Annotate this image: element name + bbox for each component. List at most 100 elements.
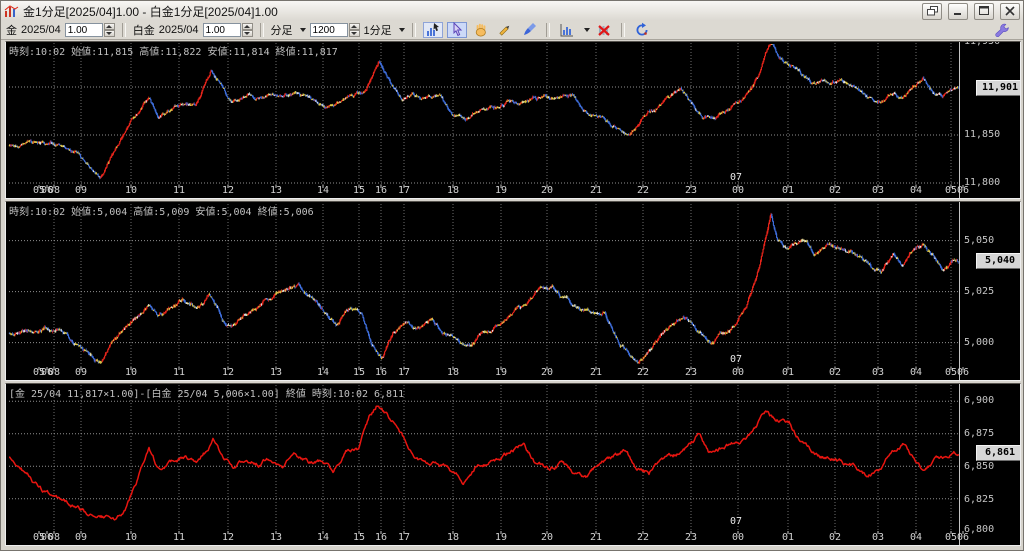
y-axis-label: 11,950 <box>964 41 1000 47</box>
x-axis-label: 20 <box>537 185 557 196</box>
maximize-button[interactable] <box>974 3 994 20</box>
close-button[interactable] <box>1000 3 1020 20</box>
spread-chart-canvas[interactable] <box>6 384 1020 545</box>
toolbar-separator <box>260 23 264 37</box>
x-axis-label: 12 <box>218 185 238 196</box>
clear-chart-button[interactable] <box>594 22 614 38</box>
x-axis-label: 01 <box>778 532 798 543</box>
x-axis-label: 21 <box>586 185 606 196</box>
x-axis-label: 15 <box>349 367 369 378</box>
x-axis-label: 09 <box>71 532 91 543</box>
pencil-draw-button[interactable] <box>495 22 515 38</box>
pencil-draw-icon <box>497 22 513 38</box>
float-window-icon <box>927 6 938 16</box>
date-change-label: 07 <box>730 172 742 183</box>
x-axis-label: 09 <box>71 367 91 378</box>
x-axis-label: 14 <box>313 185 333 196</box>
platinum-chart-panel: 時刻:10:02 始値:5,004 高値:5,009 安値:5,004 終値:5… <box>5 201 1021 381</box>
pen-annotate-button[interactable] <box>519 22 539 38</box>
x-axis-label: 04 <box>906 367 926 378</box>
x-axis-label: 08 <box>44 367 64 378</box>
hand-pan-button[interactable] <box>471 22 491 38</box>
minimize-icon <box>953 6 963 16</box>
platinum-multiplier-input[interactable] <box>203 23 241 37</box>
x-axis-label: 11 <box>169 367 189 378</box>
x-axis-label: 10 <box>121 185 141 196</box>
x-axis-label: 03 <box>868 367 888 378</box>
spin-down-button[interactable] <box>242 30 253 37</box>
platinum-label: 白金 <box>133 22 155 38</box>
x-axis-label: 01 <box>778 185 798 196</box>
platinum-last-price-tag: 5,040 <box>976 253 1021 269</box>
x-axis-label: 13 <box>266 367 286 378</box>
x-axis-label: 10 <box>121 532 141 543</box>
refresh-button[interactable] <box>632 22 652 38</box>
platinum-multiplier-spinner <box>203 23 253 37</box>
platinum-chart-canvas[interactable] <box>6 202 1020 380</box>
x-axis-label: 16 <box>371 185 391 196</box>
y-axis-label: 6,875 <box>964 428 994 439</box>
x-axis-label: 09 <box>71 185 91 196</box>
x-axis-label: 15 <box>349 532 369 543</box>
x-axis-label: 02 <box>825 185 845 196</box>
spin-up-button[interactable] <box>349 23 360 30</box>
titlebar: 金1分足[2025/04]1.00 - 白金1分足[2025/04]1.00 <box>1 1 1023 22</box>
toolbar-separator <box>546 23 550 37</box>
bar-type-dropdown[interactable]: 分足 <box>271 22 293 38</box>
x-axis-label: 17 <box>394 532 414 543</box>
spin-up-button[interactable] <box>242 23 253 30</box>
refresh-icon <box>634 22 650 38</box>
spin-down-button[interactable] <box>104 30 115 37</box>
toolbar: 金 2025/04 白金 2025/04 分足 1分足 <box>1 21 1023 40</box>
y-axis-label: 5,025 <box>964 286 994 297</box>
x-axis-label: 01 <box>778 367 798 378</box>
app-icon <box>4 5 19 18</box>
minimize-button[interactable] <box>948 3 968 20</box>
x-axis-label: 18 <box>443 532 463 543</box>
float-window-button[interactable] <box>922 3 942 20</box>
spread-last-price-tag: 6,861 <box>976 445 1021 461</box>
x-axis-label: 19 <box>491 367 511 378</box>
x-axis-label: 21 <box>586 367 606 378</box>
chart-cursor-icon <box>425 22 441 38</box>
gold-contract-month: 2025/04 <box>21 24 61 36</box>
x-axis-label: 23 <box>681 367 701 378</box>
gold-label: 金 <box>6 22 17 38</box>
x-axis-label: 11 <box>169 185 189 196</box>
x-axis-label: 17 <box>394 185 414 196</box>
app-window: 金1分足[2025/04]1.00 - 白金1分足[2025/04]1.00 金… <box>0 0 1024 551</box>
x-axis-label: 02 <box>825 367 845 378</box>
x-axis-label: 00 <box>728 532 748 543</box>
x-axis-label: 14 <box>313 532 333 543</box>
bar-count-input[interactable] <box>310 23 348 37</box>
gold-multiplier-spinner <box>65 23 115 37</box>
x-axis-label: 06 <box>953 367 973 378</box>
chart-type-button[interactable] <box>557 22 577 38</box>
x-axis-label: 20 <box>537 532 557 543</box>
select-arrow-button[interactable] <box>447 22 467 38</box>
x-axis-label: 18 <box>443 185 463 196</box>
chevron-down-icon[interactable] <box>584 28 590 32</box>
spin-up-button[interactable] <box>104 23 115 30</box>
y-axis-label: 5,050 <box>964 235 994 246</box>
chevron-down-icon <box>399 28 405 32</box>
x-axis-label: 15 <box>349 185 369 196</box>
gold-multiplier-input[interactable] <box>65 23 103 37</box>
x-axis-label: 12 <box>218 367 238 378</box>
settings-wrench-button[interactable] <box>992 22 1012 38</box>
gold-chart-canvas[interactable] <box>6 42 1020 198</box>
y-axis-label: 6,850 <box>964 461 994 472</box>
x-axis-label: 16 <box>371 532 391 543</box>
pen-annotate-icon <box>521 22 537 38</box>
date-change-label: 07 <box>730 516 742 527</box>
x-axis-label: 17 <box>394 367 414 378</box>
spin-down-button[interactable] <box>349 30 360 37</box>
platinum-contract-month: 2025/04 <box>159 24 199 36</box>
y-axis-label: 6,900 <box>964 395 994 406</box>
settings-wrench-icon <box>994 22 1010 38</box>
x-axis-label: 06 <box>953 185 973 196</box>
toolbar-separator <box>122 23 126 37</box>
interval-dropdown[interactable]: 1分足 <box>364 22 392 38</box>
chart-cursor-button[interactable] <box>423 22 443 38</box>
gold-last-price-tag: 11,901 <box>976 80 1021 96</box>
